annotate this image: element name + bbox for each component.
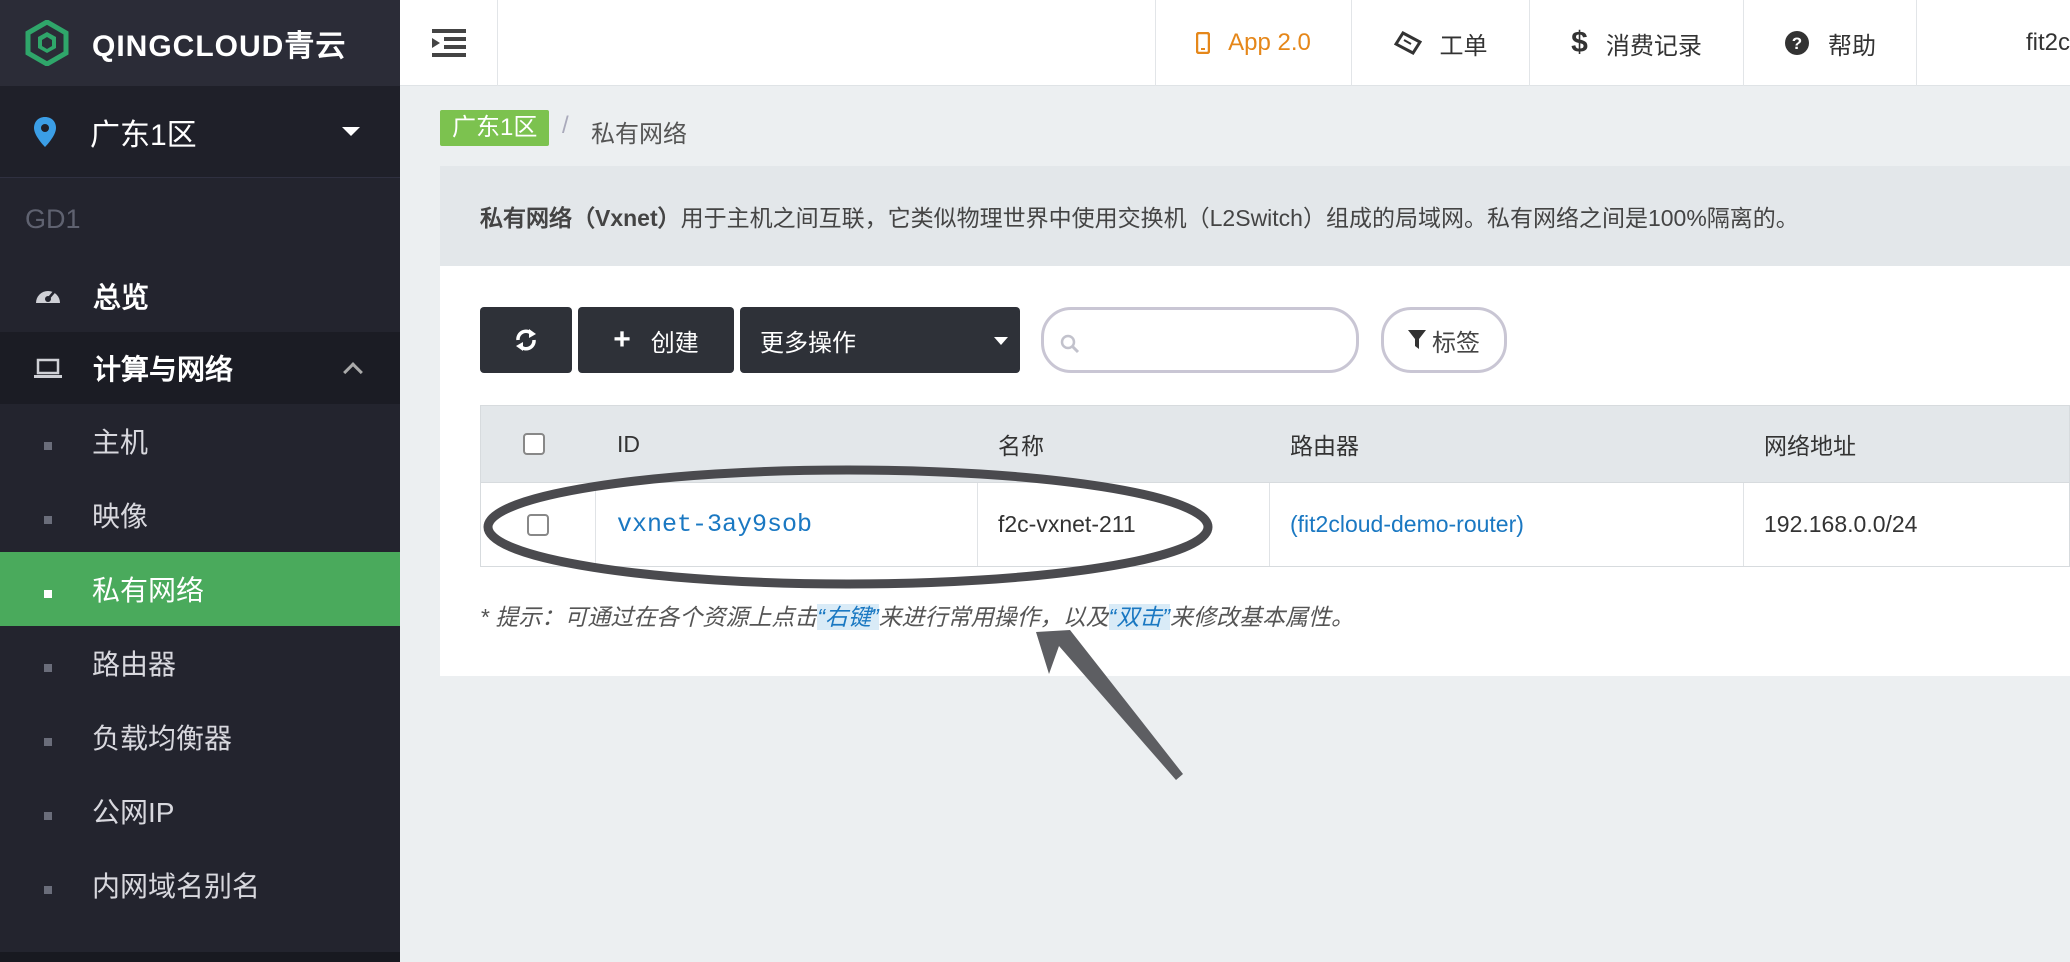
dashboard-icon bbox=[33, 281, 63, 311]
laptop-icon bbox=[33, 353, 63, 383]
description-box: 私有网络（Vxnet） 用于主机之间互联，它类似物理世界中使用交换机（L2Swi… bbox=[440, 166, 2070, 266]
location-pin-icon bbox=[34, 116, 56, 147]
sidebar-item-instances[interactable]: 主机 bbox=[0, 404, 400, 478]
sidebar-item-eips[interactable]: 公网IP bbox=[0, 774, 400, 848]
sidebar-item-images[interactable]: 映像 bbox=[0, 478, 400, 552]
column-header-id[interactable]: ID bbox=[617, 406, 640, 482]
tag-filter-label: 标签 bbox=[1432, 329, 1480, 357]
refresh-button[interactable] bbox=[480, 307, 572, 373]
refresh-icon bbox=[516, 329, 536, 351]
sidebar-item-label: 内网域名别名 bbox=[92, 871, 261, 902]
select-all-checkbox-cell bbox=[523, 406, 545, 482]
sidebar-item-label: 映像 bbox=[92, 501, 149, 532]
sidebar-item-load-balancers[interactable]: 负载均衡器 bbox=[0, 700, 400, 774]
sidebar-item-label: 私有网络 bbox=[92, 575, 205, 606]
select-all-checkbox[interactable] bbox=[523, 433, 545, 455]
sidebar-footer bbox=[0, 952, 400, 962]
name-cell: f2c-vxnet-211 bbox=[978, 483, 1270, 566]
id-cell: vxnet-3ay9sob bbox=[596, 483, 978, 566]
ticket-label: 工单 bbox=[1439, 32, 1488, 60]
svg-text:?: ? bbox=[1792, 34, 1802, 53]
sidebar-item-label: 总览 bbox=[93, 282, 150, 313]
brand-name: QINGCLOUD青云 bbox=[92, 30, 347, 63]
bullet-icon bbox=[44, 516, 52, 524]
sidebar-section-compute-network[interactable]: 计算与网络 bbox=[0, 332, 400, 404]
sidebar-item-label: 计算与网络 bbox=[93, 354, 234, 385]
description-title: 私有网络（Vxnet） bbox=[480, 205, 681, 231]
usage-hint: * 提示：可通过在各个资源上点击“右键”来进行常用操作，以及“双击”来修改基本属… bbox=[480, 598, 1354, 632]
region-code: GD1 bbox=[25, 203, 81, 234]
column-header-name[interactable]: 名称 bbox=[998, 406, 1044, 482]
bullet-icon bbox=[44, 886, 52, 894]
sidebar-item-label: 负载均衡器 bbox=[92, 723, 233, 754]
hint-prefix: * 提示：可通过在各个资源上点击 bbox=[480, 604, 818, 630]
question-circle-icon: ? bbox=[1784, 30, 1810, 56]
network-cell: 192.168.0.0/24 bbox=[1744, 483, 2070, 566]
sidebar-item-label: 公网IP bbox=[92, 797, 175, 828]
create-button[interactable]: + 创建 bbox=[578, 307, 734, 373]
column-header-router[interactable]: 路由器 bbox=[1290, 406, 1359, 482]
sidebar-toggle-button[interactable] bbox=[400, 0, 498, 86]
sidebar-item-overview[interactable]: 总览 bbox=[0, 260, 400, 332]
vxnet-table: ID 名称 路由器 网络地址 vxnet-3ay9sob f2c-vxnet-2… bbox=[480, 405, 2070, 567]
help-link[interactable]: ? 帮助 bbox=[1743, 0, 1916, 86]
row-checkbox[interactable] bbox=[527, 513, 549, 536]
plus-icon: + bbox=[613, 323, 631, 356]
billing-label: 消费记录 bbox=[1605, 32, 1702, 60]
bullet-icon bbox=[44, 738, 52, 746]
bullet-icon bbox=[44, 812, 52, 820]
row-checkbox-cell bbox=[481, 483, 596, 566]
filter-icon bbox=[1408, 330, 1426, 349]
hint-right-click: “右键” bbox=[817, 604, 879, 630]
bullet-icon bbox=[44, 590, 52, 598]
sidebar-item-dns-aliases[interactable]: 内网域名别名 bbox=[0, 848, 400, 922]
description-text: 用于主机之间互联，它类似物理世界中使用交换机（L2Switch）组成的局域网。私… bbox=[680, 205, 1799, 231]
create-label: 创建 bbox=[650, 329, 699, 357]
top-bar: App 2.0 工单 $ 消费记录 ? 帮助 fit2c bbox=[400, 0, 2070, 86]
hint-middle: 来进行常用操作，以及 bbox=[878, 604, 1109, 630]
tag-filter-button[interactable]: 标签 bbox=[1381, 307, 1507, 373]
caret-down-icon bbox=[994, 337, 1008, 345]
breadcrumb-region-tag[interactable]: 广东1区 bbox=[440, 110, 550, 146]
breadcrumb-separator: / bbox=[562, 112, 569, 139]
menu-indent-icon bbox=[431, 29, 466, 57]
region-label: 广东1区 bbox=[90, 118, 197, 152]
hint-double-click: “双击” bbox=[1108, 604, 1170, 630]
chevron-up-icon bbox=[343, 362, 363, 382]
ticket-link[interactable]: 工单 bbox=[1351, 0, 1529, 86]
table-row[interactable]: vxnet-3ay9sob f2c-vxnet-211 (fit2cloud-d… bbox=[480, 483, 2070, 567]
qingcloud-logo-icon bbox=[25, 20, 69, 66]
search-input[interactable] bbox=[1041, 307, 1359, 373]
table-header: ID 名称 路由器 网络地址 bbox=[480, 405, 2070, 483]
region-selector[interactable]: 广东1区 bbox=[0, 86, 400, 178]
search-icon bbox=[1060, 334, 1080, 354]
breadcrumb-current: 私有网络 bbox=[591, 121, 687, 148]
hint-suffix: 来修改基本属性。 bbox=[1170, 604, 1354, 630]
router-cell: (fit2cloud-demo-router) bbox=[1270, 483, 1744, 566]
chevron-down-icon bbox=[342, 127, 360, 136]
dollar-icon: $ bbox=[1571, 26, 1588, 59]
sidebar-item-vxnets[interactable]: 私有网络 bbox=[0, 552, 400, 626]
bullet-icon bbox=[44, 442, 52, 450]
ticket-icon bbox=[1393, 31, 1422, 55]
column-header-network[interactable]: 网络地址 bbox=[1764, 406, 1856, 482]
sidebar-item-label: 主机 bbox=[92, 427, 149, 458]
logo-bar[interactable]: QINGCLOUD青云 bbox=[0, 0, 400, 86]
sidebar-item-routers[interactable]: 路由器 bbox=[0, 626, 400, 700]
bullet-icon bbox=[44, 664, 52, 672]
app-label: App 2.0 bbox=[1228, 29, 1311, 56]
vxnet-id-link[interactable]: vxnet-3ay9sob bbox=[617, 510, 812, 539]
more-actions-dropdown[interactable]: 更多操作 bbox=[740, 307, 1020, 373]
mobile-phone-icon bbox=[1196, 32, 1211, 54]
username: fit2c bbox=[2025, 29, 2070, 56]
user-menu[interactable]: fit2c bbox=[1916, 0, 2070, 86]
billing-link[interactable]: $ 消费记录 bbox=[1529, 0, 1743, 86]
help-label: 帮助 bbox=[1828, 32, 1876, 60]
sidebar-item-label: 路由器 bbox=[92, 649, 177, 680]
sidebar: QINGCLOUD青云 广东1区 GD1 总览 计算与网络 主机 映像 私有网络… bbox=[0, 0, 400, 962]
app-link[interactable]: App 2.0 bbox=[1155, 0, 1351, 86]
router-link[interactable]: (fit2cloud-demo-router) bbox=[1290, 511, 1524, 538]
more-actions-label: 更多操作 bbox=[760, 329, 856, 357]
